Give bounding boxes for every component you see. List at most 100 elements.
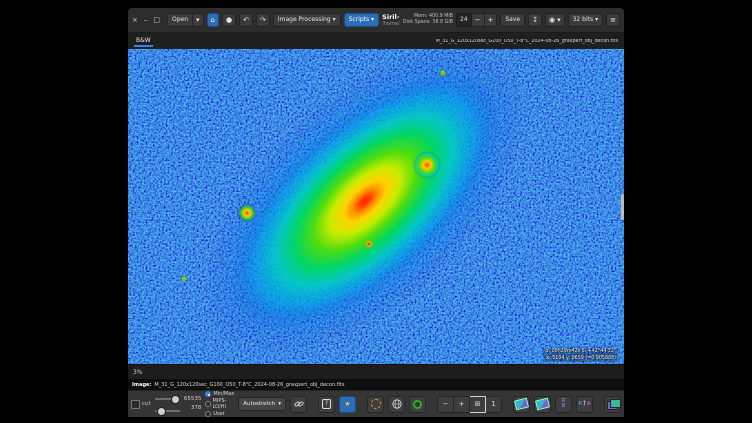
disk-space: Disk Space: 38.8 GiB [403,20,453,26]
hamburger-menu-button[interactable]: ≡ [606,13,620,27]
resource-info: Mem: 400.9 MiB Disk Space: 38.8 GiB [403,14,453,26]
hamburger-icon: ≡ [610,16,616,24]
thread-count-value[interactable]: 24 [456,13,472,27]
star-annotations-button[interactable]: ★ [339,396,356,413]
quick-photometry-button[interactable] [513,396,530,413]
globe-grid-icon [392,399,402,409]
cross-glyph: † [583,401,586,407]
home-icon: ⌂ [211,16,215,24]
chevron-down-icon: ▾ [371,16,374,23]
window-title-block: Siril-1.2.4 /home/cyril/Images/CP/M31/pr… [382,13,400,27]
header-bar: × – □ Open ▾ ⌂ ● ↶ ↷ Image Processing [128,8,624,33]
threshold-values: 65535 378 [184,397,202,412]
bit-depth-dropdown[interactable]: 32 bits ▾ [568,13,604,26]
save-button[interactable]: Save [500,13,525,26]
image-label: Image: [132,382,151,388]
celestial-coordinates: α: 00h29m42s δ: +42°44'32" [545,349,616,355]
save-as-button[interactable]: ↧ [528,13,542,27]
swap-rb-channels-button[interactable]: R B [555,396,572,413]
bit-depth-label: 32 bits [573,16,594,23]
astrometry-tool-button[interactable]: R † A [576,396,593,413]
high-threshold-value: 65535 [184,397,202,403]
app-title: Siril-1.2.4 [382,13,400,21]
open-button-group: Open ▾ [167,13,204,27]
cut-checkbox[interactable] [131,400,140,409]
minimize-window-icon[interactable]: – [144,16,148,24]
open-button[interactable]: Open [167,13,193,27]
stretch-mode-label: Autostretch [243,401,275,407]
display-control-bar: cut 65535 378 Min/Max [128,390,624,417]
cut-option[interactable]: cut [131,400,151,409]
livestack-button[interactable]: ● [222,13,236,27]
maximize-window-icon[interactable]: □ [153,16,160,24]
radio-minmax[interactable]: Min/Max [205,391,234,397]
zoom-in-button[interactable]: + [454,396,470,413]
scripts-menu[interactable]: Scripts ▾ [344,13,380,26]
snapshot-icon: ◉ [549,16,555,24]
high-slider-knob[interactable] [171,395,180,404]
close-window-icon[interactable]: × [132,16,138,24]
low-slider-knob[interactable] [157,407,166,416]
radio-user[interactable]: User [205,411,234,417]
thread-increment-button[interactable]: + [485,13,498,27]
thread-decrement-button[interactable]: − [472,13,485,27]
galaxy-false-color-image [128,49,624,364]
fit-to-window-button[interactable]: ⊞ [470,396,486,413]
export-icon: ↧ [532,16,538,24]
rb-swap-icon: R B [562,399,565,409]
radio-icon [205,401,210,407]
chevron-down-icon: ▾ [595,16,598,23]
home-button[interactable]: ⌂ [207,13,219,27]
undo-button[interactable]: ↶ [239,13,253,27]
chain-link-icon [294,399,304,409]
low-threshold-slider[interactable] [155,407,180,414]
low-threshold-value: 378 [184,406,202,412]
b-letter: B [562,404,565,409]
image-canvas[interactable]: α: 00h29m42s δ: +42°44'32" x: 5104 y: 06… [128,49,624,364]
chevron-down-icon: ▾ [557,16,561,24]
vertical-scrollbar-handle[interactable] [621,194,624,220]
desktop-background: × – □ Open ▾ ⌂ ● ↶ ↷ Image Processing [0,0,752,423]
zoom-one-to-one-button[interactable]: 1 [486,396,502,413]
negative-view-button[interactable]: ? [318,396,335,413]
photo-card-icon [535,398,550,411]
photometry-aperture-icon [371,399,381,409]
scripts-label: Scripts [349,16,370,23]
redo-button[interactable]: ↷ [256,13,270,27]
a-letter: A [587,402,590,407]
cutoff-mode-radios: Min/Max MIPS-LO/HI User [205,391,234,417]
negative-view-icon: ? [322,399,330,409]
image-filename: M_31_G_120x120sec_G100_O50_T-8°C_2024-08… [154,382,344,388]
stretch-mode-dropdown[interactable]: Autostretch ▾ [238,397,286,411]
vertical-scrollbar[interactable] [620,49,624,364]
record-dot-icon: ● [226,16,232,24]
tab-bw-channel[interactable]: B&W [134,35,153,47]
cut-label: cut [142,401,151,407]
radio-mips-lohi[interactable]: MIPS-LO/HI [205,398,234,410]
layers-button[interactable] [604,396,621,413]
star-icon: ★ [344,400,350,408]
radio-mips-label: MIPS-LO/HI [213,398,235,410]
radio-minmax-label: Min/Max [213,391,234,397]
radio-icon [205,411,211,417]
layers-stack-icon [607,399,619,409]
chevron-down-icon: ▾ [333,16,336,23]
photometry-button[interactable] [367,396,384,413]
working-directory-path: /home/cyril/Images/CP/M31/process [382,21,400,27]
high-threshold-slider[interactable] [155,395,180,402]
zoom-level-value: 3% [133,369,143,376]
aberration-inspector-button[interactable] [534,396,551,413]
link-channels-button[interactable] [290,396,307,413]
threshold-sliders [155,395,180,414]
zoom-out-button[interactable]: − [437,396,454,413]
chevron-down-icon: ▾ [278,401,281,407]
radio-user-label: User [213,411,224,417]
snapshot-button[interactable]: ◉ ▾ [545,13,565,27]
green-ring-icon [413,400,422,409]
compass-button[interactable] [409,396,426,413]
celestial-grid-button[interactable] [388,396,405,413]
undo-icon: ↶ [243,16,249,24]
open-recent-dropdown[interactable]: ▾ [193,13,204,27]
image-processing-menu[interactable]: Image Processing ▾ [273,13,341,26]
zoom-level-row: 3% [128,364,624,379]
